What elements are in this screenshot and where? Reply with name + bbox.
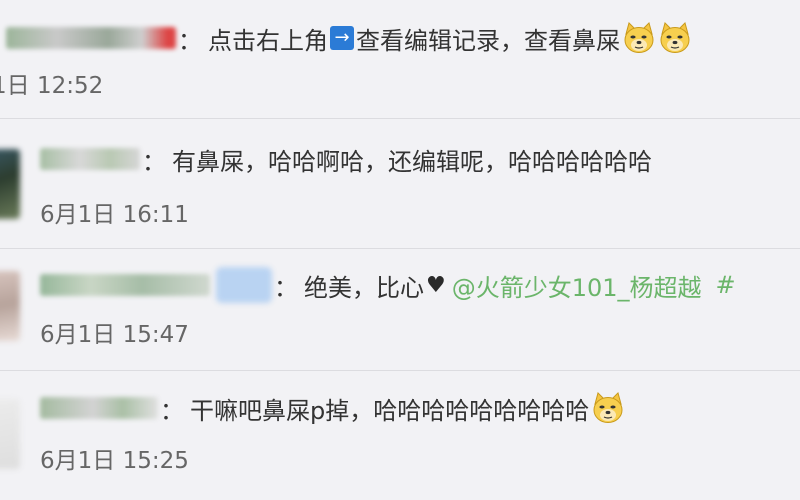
doge-emoji-icon	[658, 22, 692, 54]
colon: ：	[160, 396, 184, 425]
avatar[interactable]	[0, 271, 20, 341]
doge-emoji-icon	[622, 22, 656, 54]
comment-text: 绝美，比心	[304, 273, 424, 302]
avatar[interactable]	[0, 399, 20, 469]
mention-link[interactable]: @火箭少女101_杨超越	[452, 268, 702, 303]
colon: ：	[274, 273, 298, 302]
colon: ：	[178, 26, 202, 55]
doge-emoji-icon	[591, 392, 625, 424]
colon: ：	[142, 147, 166, 176]
comment-timestamp: 6月1日 16:11	[40, 202, 189, 228]
comment-body: ： 干嘛吧鼻屎p掉，哈哈哈哈哈哈哈哈哈	[40, 388, 625, 428]
comment-item: ： 有鼻屎，哈哈啊哈，还编辑呢，哈哈哈哈哈哈 6月1日 16:11	[0, 119, 800, 249]
username-blurred[interactable]	[40, 274, 210, 296]
comment-text: 点击右上角	[208, 26, 328, 55]
comment-item: ： 绝美，比心 ♥ @火箭少女101_杨超越 # 6月1日 15:47	[0, 249, 800, 371]
comment-text: 查看编辑记录，查看鼻屎	[356, 26, 620, 55]
hashtag-link[interactable]: #	[716, 271, 736, 299]
username-blurred[interactable]	[6, 27, 176, 49]
comment-item: ： 点击右上角 → 查看编辑记录，查看鼻屎 1日 12:52	[0, 0, 800, 119]
username-blurred[interactable]	[40, 148, 140, 170]
heart-icon: ♥	[426, 272, 446, 298]
arrow-right-icon: →	[330, 26, 354, 50]
comment-body: ： 点击右上角 → 查看编辑记录，查看鼻屎	[6, 18, 692, 58]
comment-timestamp: 6月1日 15:25	[40, 448, 189, 474]
comment-text: 有鼻屎，哈哈啊哈，还编辑呢，哈哈哈哈哈哈	[172, 147, 652, 176]
comment-timestamp: 6月1日 15:47	[40, 322, 189, 348]
comment-text: 干嘛吧鼻屎p掉，哈哈哈哈哈哈哈哈哈	[190, 396, 590, 425]
comment-timestamp: 1日 12:52	[0, 73, 104, 99]
comment-item: ： 干嘛吧鼻屎p掉，哈哈哈哈哈哈哈哈哈 6月1日 15:25	[0, 371, 800, 500]
comment-body: ： 有鼻屎，哈哈啊哈，还编辑呢，哈哈哈哈哈哈	[40, 139, 652, 179]
comment-body: ： 绝美，比心 ♥ @火箭少女101_杨超越 #	[40, 265, 736, 305]
avatar[interactable]	[0, 149, 20, 219]
comment-feed: ： 点击右上角 → 查看编辑记录，查看鼻屎 1日 12:52 ： 有鼻屎，哈哈啊…	[0, 0, 800, 500]
user-badge-blurred	[216, 267, 272, 303]
username-blurred[interactable]	[40, 397, 158, 419]
